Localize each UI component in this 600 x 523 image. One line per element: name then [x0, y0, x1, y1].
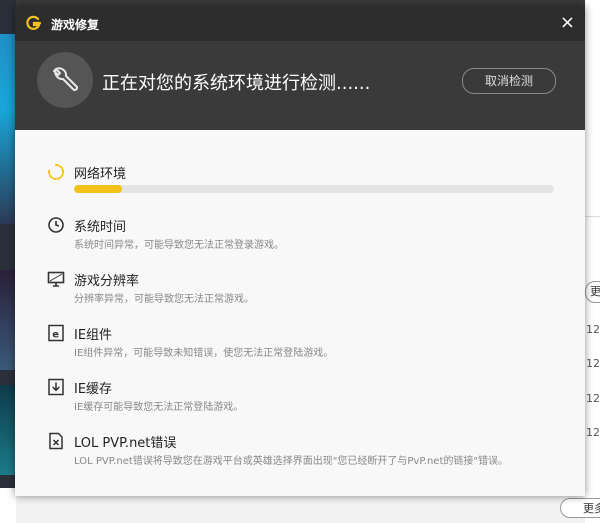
status-text: 正在对您的系统环境进行检测......: [102, 73, 371, 94]
check-item-name: IE组件: [74, 328, 113, 343]
clock-icon: [48, 217, 64, 233]
date-text: 12-: [586, 357, 600, 370]
background-app-left-panel: [0, 0, 16, 523]
check-item-description: IE缓存可能导致您无法正常登陆游戏。: [74, 402, 244, 413]
dialog-title: 游戏修复: [51, 18, 100, 32]
progress-bar: [74, 185, 554, 193]
check-item-description: 分辨率异常，可能导致您无法正常游戏。: [74, 294, 254, 305]
background-banner-1: [0, 34, 16, 224]
divider: [585, 216, 600, 217]
monitor-icon: [47, 271, 65, 287]
check-item-description: 系统时间异常，可能导致您无法正常登录游戏。: [74, 240, 284, 251]
background-banner-2: [0, 270, 16, 370]
check-item-name: LOL PVP.net错误: [74, 436, 177, 451]
date-text: 12-: [586, 323, 600, 336]
date-text: 12-: [586, 426, 600, 439]
check-item-name: 游戏分辨率: [74, 274, 140, 289]
app-logo-icon: [26, 15, 42, 31]
loading-spinner-icon: [48, 163, 65, 180]
check-item-description: IE组件异常，可能导致未知错误，使您无法正常登陆游戏。: [74, 348, 334, 359]
svg-text:e: e: [52, 330, 59, 341]
game-repair-dialog: 游戏修复 × 正在对您的系统环境进行检测...... 取消检测 网络环境 系统时…: [15, 6, 585, 496]
download-cache-icon: [48, 378, 64, 396]
ie-component-icon: e: [48, 324, 64, 342]
close-icon[interactable]: ×: [560, 12, 575, 34]
error-file-icon: [49, 432, 63, 450]
background-banner-4: [0, 488, 16, 523]
progress-fill: [74, 185, 122, 193]
more-button-bottom[interactable]: 更多: [560, 498, 600, 518]
dialog-titlebar[interactable]: 游戏修复 ×: [15, 6, 585, 41]
check-item-description: LOL PVP.net错误将导致您在游戏平台或英雄选择界面出现"您已经断开了与P…: [74, 456, 508, 467]
background-banner-3: [0, 385, 16, 475]
background-app-right-panel: 更多 12- 12- 12- 12-: [585, 0, 600, 523]
wrench-icon: [37, 52, 93, 108]
dialog-header: 正在对您的系统环境进行检测...... 取消检测: [15, 41, 585, 130]
check-item-name: 系统时间: [74, 220, 127, 235]
date-text: 12-: [586, 392, 600, 405]
more-button[interactable]: 更多: [585, 281, 600, 303]
cancel-detection-button[interactable]: 取消检测: [462, 68, 556, 94]
check-item-name: 网络环境: [74, 167, 127, 182]
check-item-name: IE缓存: [74, 382, 113, 397]
